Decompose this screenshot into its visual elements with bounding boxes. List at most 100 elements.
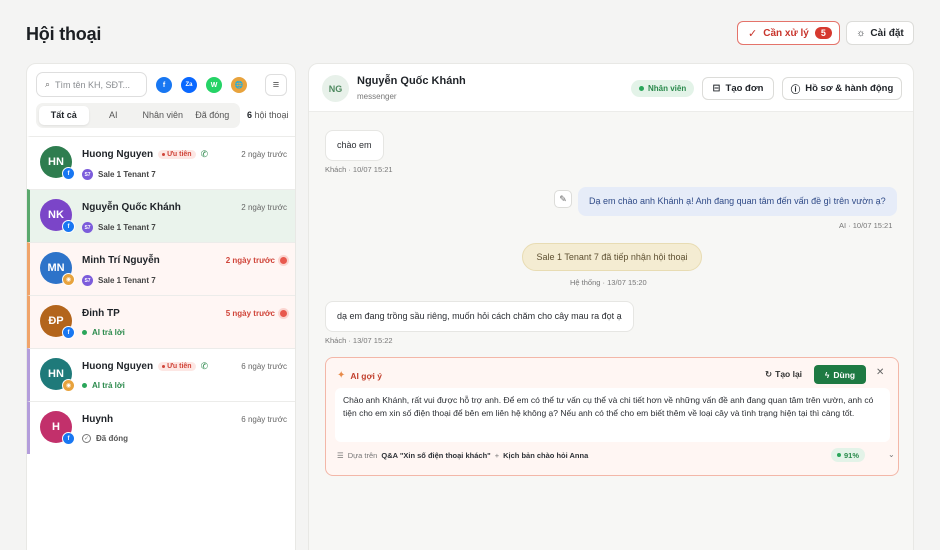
conversation-name: Huong Nguyen <box>82 361 154 372</box>
ai-message: Dạ em chào anh Khánh ạ! Anh đang quan tâ… <box>578 187 897 216</box>
needs-attention-count: 5 <box>814 27 832 39</box>
facebook-icon: f <box>62 167 75 180</box>
tab-ai[interactable]: AI <box>89 106 139 125</box>
conversation-item[interactable]: ĐP f Đinh TP 5 ngày trước AI trả lời <box>27 295 295 348</box>
create-order-button[interactable]: ⊟ Tạo đơn <box>702 77 774 100</box>
avatar: NG <box>322 75 349 102</box>
pencil-icon: ✎ <box>559 193 567 204</box>
assignee-badge: S7 <box>82 222 93 233</box>
conversation-status: AI trả lời <box>82 381 125 390</box>
conversation-item[interactable]: NK f Nguyễn Quốc Khánh 2 ngày trước S7 S… <box>27 189 295 242</box>
status-badge: Nhân viên <box>631 80 695 97</box>
ai-status-label: AI trả lời <box>92 328 125 337</box>
use-suggestion-button[interactable]: ϟ Dùng <box>814 365 866 384</box>
conversation-item[interactable]: H f Huynh 6 ngày trước ✓ Đã đóng <box>27 401 295 454</box>
search-icon: ⌕ <box>45 79 51 89</box>
customer-message: dạ em đang trồng sầu riêng, muốn hỏi các… <box>325 301 634 332</box>
ai-suggestion-title: ✦ AI gợi ý <box>337 370 382 381</box>
conversation-name: Nguyễn Quốc Khánh <box>82 202 181 213</box>
conversation-name-row: Đinh TP <box>82 308 120 319</box>
zalo-icon[interactable]: Za <box>181 77 197 93</box>
close-icon[interactable]: ✕ <box>876 367 884 378</box>
tab-staff[interactable]: Nhân viên <box>138 106 188 125</box>
sun-icon: ☼ <box>856 27 866 39</box>
regenerate-button[interactable]: ↻ Tạo lại <box>760 365 807 383</box>
chat-header: NG Nguyễn Quốc Khánh messenger Nhân viên… <box>309 64 913 112</box>
conversation-time: 5 ngày trước <box>226 309 287 318</box>
ai-status-dot <box>82 383 87 388</box>
closed-label: Đã đóng <box>96 434 128 443</box>
bolt-icon: ϟ <box>824 369 830 380</box>
needs-attention-label: Cần xử lý <box>763 27 809 39</box>
filter-icon: ≡ <box>272 79 280 91</box>
conversation-name-row: Minh Trí Nguyễn <box>82 255 160 266</box>
conversation-name: Minh Trí Nguyễn <box>82 255 160 266</box>
info-icon: ⓘ <box>790 84 801 96</box>
conversation-assignee: S7 Sale 1 Tenant 7 <box>82 169 156 180</box>
ai-status-label: AI trả lời <box>92 381 125 390</box>
ai-suggestion-card: ✦ AI gợi ý ↻ Tạo lại ϟ Dùng ✕ Chào anh K… <box>325 357 899 476</box>
assignee-badge: S7 <box>82 169 93 180</box>
web-icon: ◉ <box>62 379 75 392</box>
needs-attention-button[interactable]: ✓ Cần xử lý 5 <box>737 21 840 45</box>
conversation-item[interactable]: HN ◉ Huong Nguyen Ưu tiên ✆ 6 ngày trước… <box>27 348 295 401</box>
conversation-time: 2 ngày trước <box>241 203 287 212</box>
search-box[interactable]: ⌕ <box>36 72 147 97</box>
tab-all[interactable]: Tất cả <box>39 106 89 125</box>
whatsapp-icon[interactable]: W <box>206 77 222 93</box>
check-circle-icon: ✓ <box>82 434 91 443</box>
conversation-name-row: Nguyễn Quốc Khánh <box>82 202 181 213</box>
create-order-label: Tạo đơn <box>725 83 764 94</box>
contact-name: Nguyễn Quốc Khánh <box>357 75 466 87</box>
profile-actions-button[interactable]: ⓘ Hồ sơ & hành động <box>782 77 902 100</box>
chevron-down-icon[interactable]: ⌄ <box>888 450 895 459</box>
priority-badge: Ưu tiên <box>158 362 196 371</box>
web-icon[interactable]: 🌐 <box>231 77 247 93</box>
customer-message: chào em <box>325 130 384 161</box>
conversation-name: Đinh TP <box>82 308 120 319</box>
list-icon: ☰ <box>337 451 344 460</box>
unread-dot <box>280 310 287 317</box>
status-dot <box>639 86 644 91</box>
settings-label: Cài đặt <box>870 27 904 39</box>
facebook-icon: f <box>62 326 75 339</box>
conversation-item[interactable]: HN f Huong Nguyen Ưu tiên ✆ 2 ngày trước… <box>27 136 295 189</box>
ai-suggestion-source: ☰ Dựa trên Q&A "Xin số điện thoại khách"… <box>337 451 589 460</box>
conversation-name-row: Huong Nguyen Ưu tiên ✆ <box>82 149 208 160</box>
search-input[interactable] <box>55 79 138 90</box>
settings-button[interactable]: ☼ Cài đặt <box>846 21 914 45</box>
profile-actions-label: Hồ sơ & hành động <box>805 83 894 94</box>
chat-panel: NG Nguyễn Quốc Khánh messenger Nhân viên… <box>308 63 914 550</box>
status-label: Nhân viên <box>648 84 687 93</box>
message-meta: Khách · 13/07 15:22 <box>325 336 393 345</box>
web-icon: ◉ <box>62 273 75 286</box>
conversation-time: 6 ngày trước <box>241 415 287 424</box>
conversation-name-row: Huong Nguyen Ưu tiên ✆ <box>82 361 208 372</box>
phone-icon: ✆ <box>200 361 209 371</box>
conversation-time: 2 ngày trước <box>226 256 287 265</box>
refresh-icon: ↻ <box>765 368 773 379</box>
box-icon: ⊟ <box>712 83 721 94</box>
check-icon: ✓ <box>748 27 758 40</box>
unread-dot <box>280 257 287 264</box>
conversation-name: Huong Nguyen <box>82 149 154 160</box>
assignee-name: Sale 1 Tenant 7 <box>98 276 156 285</box>
conversation-item[interactable]: MN ◉ Minh Trí Nguyễn 2 ngày trước S7 Sal… <box>27 242 295 295</box>
message-meta: AI · 10/07 15:21 <box>839 221 893 230</box>
message-thread: chào em Khách · 10/07 15:21 ✎ Dạ em chào… <box>309 112 913 550</box>
tab-closed[interactable]: Đã đóng <box>188 106 238 125</box>
ai-suggestion-text: Chào anh Khánh, rất vui được hỗ trợ anh.… <box>335 388 890 442</box>
phone-icon: ✆ <box>200 149 209 159</box>
conversation-name-row: Huynh <box>82 414 113 425</box>
conversation-status: AI trả lời <box>82 328 125 337</box>
ai-status-dot <box>82 330 87 335</box>
filter-button[interactable]: ≡ <box>265 74 287 96</box>
assignee-name: Sale 1 Tenant 7 <box>98 170 156 179</box>
conversation-time: 2 ngày trước <box>241 150 287 159</box>
confidence-badge: 91% <box>831 448 866 462</box>
facebook-icon[interactable]: f <box>156 77 172 93</box>
edit-message-button[interactable]: ✎ <box>554 190 572 208</box>
conversation-list: HN f Huong Nguyen Ưu tiên ✆ 2 ngày trước… <box>27 136 295 454</box>
conversation-sidebar: ⌕ f Za W 🌐 ≡ Tất cả AI Nhân viên Đã đóng… <box>26 63 296 550</box>
sparkle-icon: ✦ <box>337 370 346 381</box>
